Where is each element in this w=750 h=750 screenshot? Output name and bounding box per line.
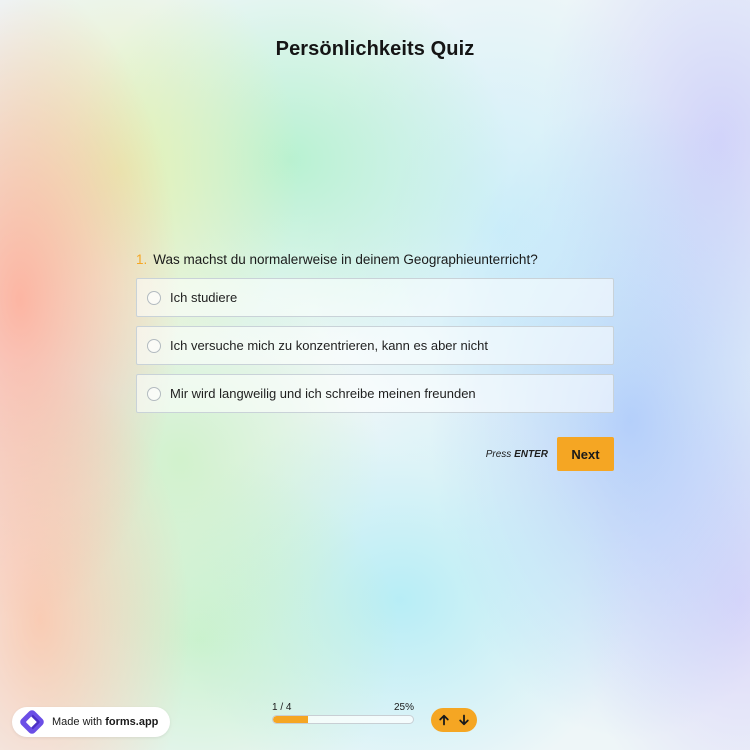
question-actions: Press ENTER Next xyxy=(136,437,614,471)
page-title: Persönlichkeits Quiz xyxy=(275,38,475,60)
brand-name: forms.app xyxy=(105,716,159,728)
arrow-down-icon[interactable] xyxy=(455,711,473,729)
progress-indicator: 1 / 4 25% xyxy=(272,702,414,726)
question-label: Was machst du normalerweise in deinem Ge… xyxy=(153,252,538,267)
progress-count: 1 / 4 xyxy=(272,702,292,713)
progress-bar xyxy=(272,715,414,724)
question-block: 1. Was machst du normalerweise in deinem … xyxy=(136,252,614,422)
press-enter-prefix: Press xyxy=(485,448,512,460)
question-text: 1. Was machst du normalerweise in deinem … xyxy=(136,252,614,268)
answer-option-3[interactable]: Mir wird langweilig und ich schreibe mei… xyxy=(136,374,614,413)
radio-button-icon[interactable] xyxy=(147,290,161,305)
press-enter-hint: Press ENTER xyxy=(486,449,548,460)
brand-prefix: Made with xyxy=(52,716,103,728)
answer-option-label: Ich studiere xyxy=(170,290,238,305)
progress-bar-fill xyxy=(273,716,308,723)
forms-app-logo-icon xyxy=(17,707,47,737)
answer-option-1[interactable]: Ich studiere xyxy=(136,278,614,317)
progress-percent: 25% xyxy=(393,702,414,713)
question-number: 1. xyxy=(136,252,148,267)
radio-button-icon[interactable] xyxy=(147,338,161,353)
press-enter-key: ENTER xyxy=(514,448,548,460)
radio-button-icon[interactable] xyxy=(147,386,161,401)
brand-text: Made with forms.app xyxy=(52,716,158,728)
question-navigation xyxy=(431,708,477,732)
answer-option-label: Ich versuche mich zu konzentrieren, kann… xyxy=(170,338,488,353)
answer-option-label: Mir wird langweilig und ich schreibe mei… xyxy=(170,386,476,401)
arrow-up-icon[interactable] xyxy=(435,711,453,729)
made-with-forms-app-badge[interactable]: Made with forms.app xyxy=(12,707,170,737)
next-button[interactable]: Next xyxy=(557,437,614,471)
answer-option-2[interactable]: Ich versuche mich zu konzentrieren, kann… xyxy=(136,326,614,365)
